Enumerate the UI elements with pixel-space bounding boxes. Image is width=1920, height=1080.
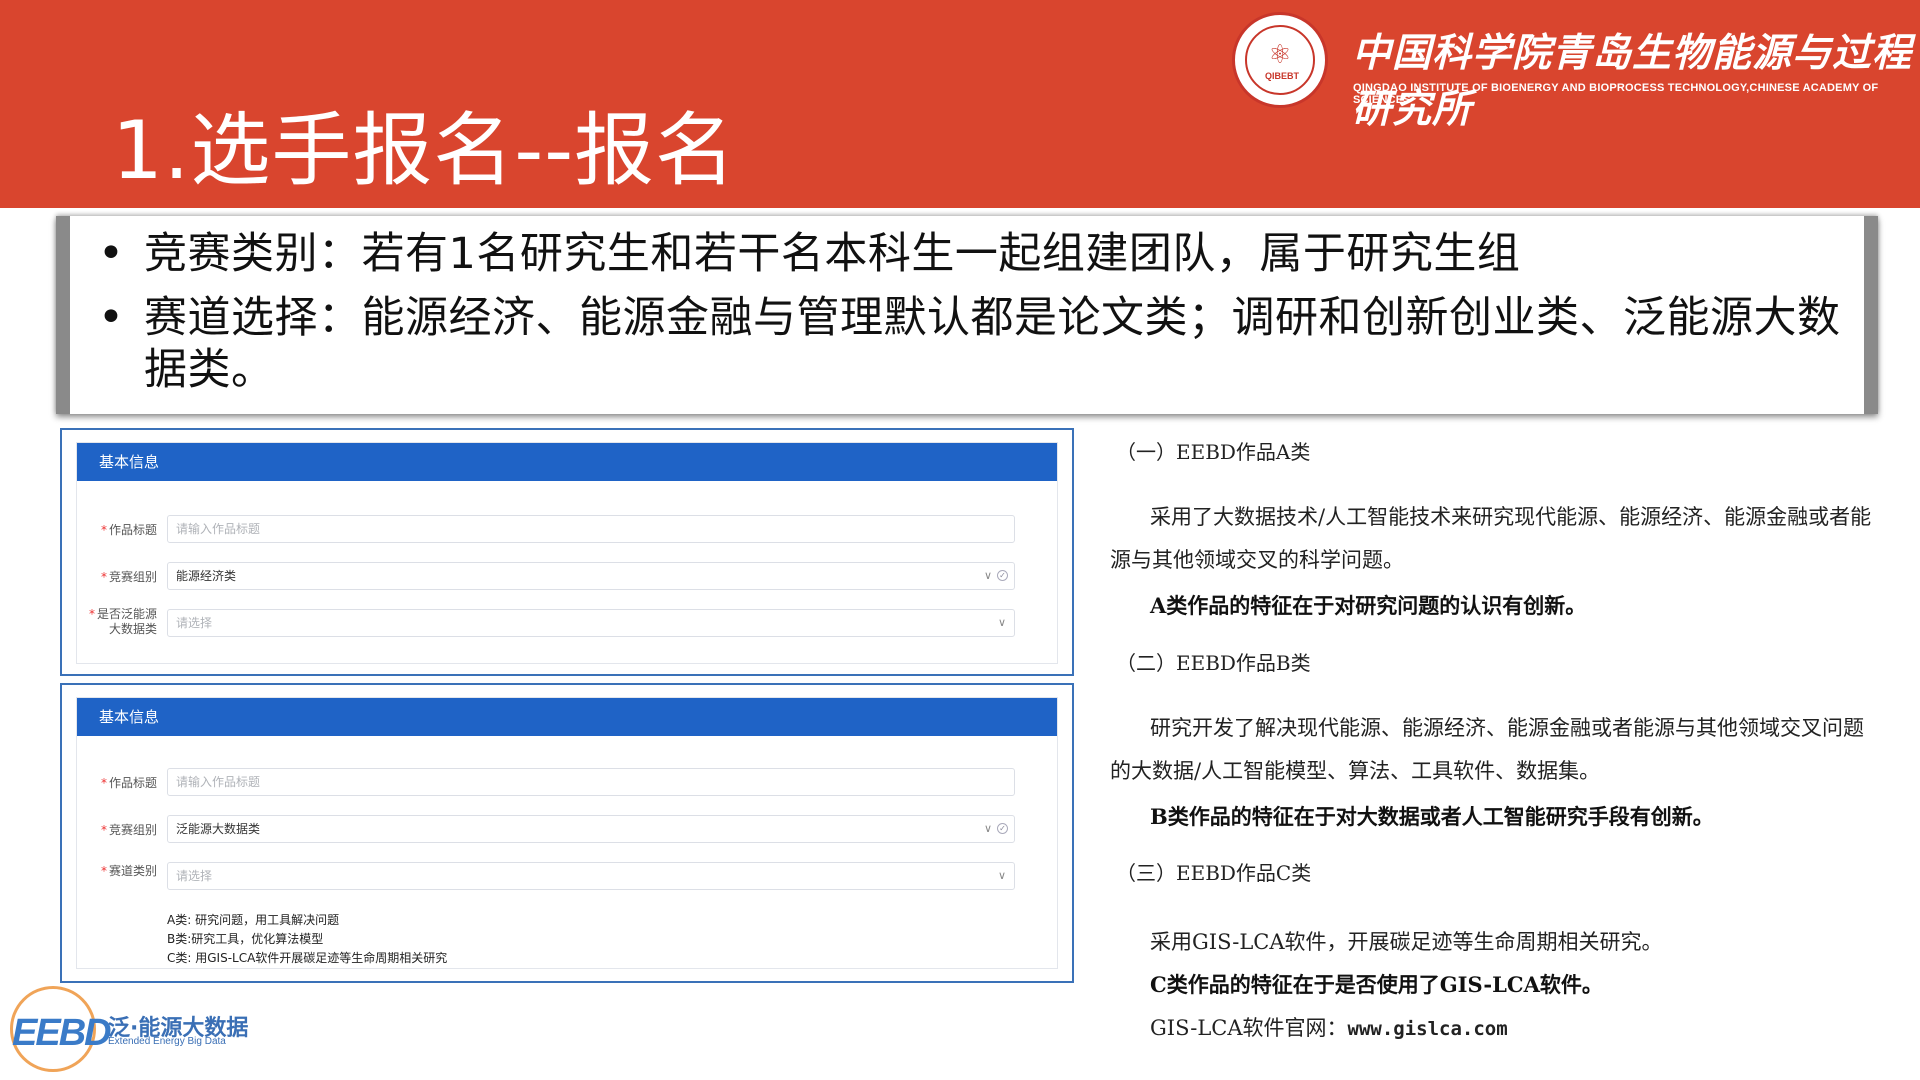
bullet-category: 竞赛类别：若有1名研究生和若干名本科生一起组建团队，属于研究生组 [144, 229, 1521, 279]
title-label: * 作品标题 [100, 776, 157, 790]
eebd-logo: EEBD [12, 1012, 112, 1054]
row-track: * 赛道类别 请选择 ∨ [77, 862, 1057, 892]
bigdata-select[interactable]: 请选择 ∨ [167, 609, 1015, 637]
institute-name-cn: 中国科学院青岛生物能源与过程研究所 [1352, 30, 1913, 132]
group-label: * 竞赛组别 [100, 570, 157, 584]
row-title: * 作品标题 请输入作品标题 [77, 515, 1057, 545]
group-label: * 竞赛组别 [100, 823, 157, 837]
title-label: * 作品标题 [100, 523, 157, 537]
bullet-track: 赛道选择：能源经济、能源金融与管理默认都是论文类；调研和创新创业类、泛能源大数 [144, 293, 1841, 343]
group-select[interactable]: 能源经济类 ∨ ✓ [167, 562, 1015, 590]
bigdata-placeholder: 请选择 [176, 616, 213, 630]
row-group: * 竞赛组别 泛能源大数据类 ∨ ✓ [77, 815, 1057, 845]
row-bigdata: * 是否泛能源 大数据类 请选择 ∨ [77, 607, 1057, 639]
form-panel-1: 基本信息 * 作品标题 请输入作品标题 * 竞赛组别 能源经济类 ∨ ✓ * 是否泛能… [60, 428, 1074, 676]
check-circle-icon: ✓ [997, 570, 1008, 581]
seal-inner-ring: ⚛ QIBEBT [1245, 25, 1315, 95]
software-site-line: GIS-LCA软件官网：www.gislca.com [1150, 1012, 1508, 1042]
category-b-feature: B类作品的特征在于对大数据或者人工智能研究手段有创新。 [1150, 804, 1714, 829]
category-c-title: （三）EEBD作品C类 [1116, 861, 1312, 885]
form-card: 基本信息 * 作品标题 请输入作品标题 * 竞赛组别 能源经济类 ∨ ✓ * 是否泛能… [76, 442, 1058, 664]
seal-label: QIBEBT [1264, 71, 1299, 81]
group-value: 能源经济类 [176, 569, 237, 583]
group-value: 泛能源大数据类 [176, 822, 261, 836]
row-title: * 作品标题 请输入作品标题 [77, 768, 1057, 798]
track-note-b: B类:研究工具，优化算法模型 [167, 932, 324, 946]
atom-icon: ⚛ [1268, 40, 1292, 70]
category-a-feature: A类作品的特征在于对研究问题的认识有创新。 [1150, 593, 1587, 618]
bigdata-label: * 是否泛能源 大数据类 [88, 607, 157, 636]
software-site-link[interactable]: www.gislca.com [1348, 1018, 1508, 1040]
category-b-title: （二）EEBD作品B类 [1116, 651, 1311, 675]
category-c-description: 采用GIS-LCA软件，开展碳足迹等生命周期相关研究。 [1150, 930, 1663, 954]
bullet-box: • 竞赛类别：若有1名研究生和若干名本科生一起组建团队，属于研究生组 • 赛道选… [56, 216, 1878, 414]
category-c-feature: C类作品的特征在于是否使用了GIS-LCA软件。 [1150, 972, 1603, 997]
chevron-down-icon[interactable]: ∨ [998, 863, 1006, 889]
category-a-description: 采用了大数据技术/人工智能技术来研究现代能源、能源经济、能源金融或者能源与其他领… [1110, 505, 1872, 572]
section-header: 基本信息 [77, 443, 1057, 481]
bullet-track-cont: 据类。 [144, 345, 275, 395]
institute-seal-logo: ⚛ QIBEBT [1232, 12, 1328, 108]
form-card: 基本信息 * 作品标题 请输入作品标题 * 竞赛组别 泛能源大数据类 ∨ ✓ * 赛道… [76, 697, 1058, 969]
title-input[interactable]: 请输入作品标题 [167, 515, 1015, 543]
track-select[interactable]: 请选择 ∨ [167, 862, 1015, 890]
category-b-description: 研究开发了解决现代能源、能源经济、能源金融或者能源与其他领域交叉问题的大数据/人… [1110, 716, 1864, 783]
slide-title: 1.选手报名--报名 [112, 104, 737, 197]
track-note-a: A类: 研究问题，用工具解决问题 [167, 913, 340, 927]
category-a-title: （一）EEBD作品A类 [1116, 440, 1311, 464]
form-panel-2: 基本信息 * 作品标题 请输入作品标题 * 竞赛组别 泛能源大数据类 ∨ ✓ * 赛道… [60, 683, 1074, 983]
section-header: 基本信息 [77, 698, 1057, 736]
chevron-down-icon[interactable]: ∨ [984, 816, 992, 842]
software-site-label: GIS-LCA软件官网： [1150, 1016, 1348, 1040]
eebd-logo-en: Extended Energy Big Data [108, 1036, 226, 1047]
track-note-c: C类: 用GIS-LCA软件开展碳足迹等生命周期相关研究 [167, 951, 448, 965]
check-circle-icon: ✓ [997, 823, 1008, 834]
chevron-down-icon[interactable]: ∨ [998, 610, 1006, 636]
row-group: * 竞赛组别 能源经济类 ∨ ✓ [77, 562, 1057, 592]
header-banner: 1.选手报名--报名 ⚛ QIBEBT 中国科学院青岛生物能源与过程研究所 QI… [0, 0, 1920, 208]
chevron-down-icon[interactable]: ∨ [984, 563, 992, 589]
group-select[interactable]: 泛能源大数据类 ∨ ✓ [167, 815, 1015, 843]
bullet-dot: • [98, 228, 124, 279]
institute-name-en: QINGDAO INSTITUTE OF BIOENERGY AND BIOPR… [1353, 82, 1879, 106]
track-label: * 赛道类别 [100, 864, 157, 878]
track-placeholder: 请选择 [176, 869, 213, 883]
title-input[interactable]: 请输入作品标题 [167, 768, 1015, 796]
bullet-dot: • [98, 292, 124, 343]
